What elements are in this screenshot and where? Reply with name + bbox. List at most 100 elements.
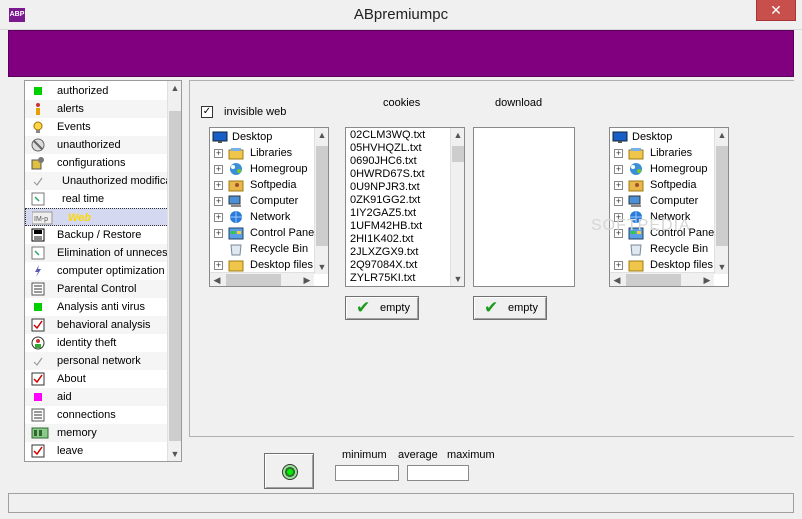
sidebar-scrollbar[interactable]: ▲ ▼ [167, 81, 181, 461]
cookie-file-item[interactable]: 02CLM3WQ.txt [350, 129, 425, 142]
scroll-left-icon[interactable]: ◀ [210, 273, 224, 286]
sidebar-item-identity-theft[interactable]: identity theft [25, 334, 169, 352]
empty-cookies-button[interactable]: ✔ empty [345, 296, 419, 320]
sidebar-item-leave[interactable]: leave [25, 442, 169, 460]
expand-icon[interactable]: + [614, 181, 623, 190]
invisible-web-checkbox[interactable]: ✓ [201, 106, 213, 118]
tree-item[interactable]: + Homegroup [610, 161, 714, 177]
scroll-up-icon[interactable]: ▲ [168, 81, 181, 95]
scroll-right-icon[interactable]: ▶ [300, 273, 314, 286]
download-list[interactable] [473, 127, 575, 287]
sidebar-item-elimination-of-unneces[interactable]: Elimination of unneces [25, 244, 169, 262]
tree-item[interactable]: Desktop [610, 129, 714, 145]
sidebar-item-events[interactable]: Events [25, 118, 169, 136]
sidebar-item-analysis-anti-virus[interactable]: Analysis anti virus [25, 298, 169, 316]
scroll-down-icon[interactable]: ▼ [451, 272, 464, 286]
sidebar-item-connections[interactable]: connections [25, 406, 169, 424]
tree-item[interactable]: Desktop [210, 129, 314, 145]
tree-item[interactable]: + Libraries [210, 145, 314, 161]
sidebar-item-unauthorized[interactable]: unauthorized [25, 136, 169, 154]
sidebar-item-unauthorized-modifica[interactable]: Unauthorized modifica [25, 172, 169, 190]
tree-item[interactable]: Recycle Bin [610, 241, 714, 257]
expand-icon[interactable]: + [214, 181, 223, 190]
scroll-left-icon[interactable]: ◀ [610, 273, 624, 286]
sidebar-item-real-time[interactable]: real time [25, 190, 169, 208]
cookie-file-item[interactable]: 0ZK91GG2.txt [350, 194, 420, 207]
cookie-file-item[interactable]: 1UFM42HB.txt [350, 220, 422, 233]
scroll-right-icon[interactable]: ▶ [700, 273, 714, 286]
tree-item[interactable]: + Libraries [610, 145, 714, 161]
sidebar-item-memory[interactable]: memory [25, 424, 169, 442]
scroll-up-icon[interactable]: ▲ [451, 128, 464, 142]
sidebar-item-web[interactable]: IM-p Web [25, 208, 169, 226]
cookie-file-item[interactable]: 2HI1K402.txt [350, 233, 414, 246]
tree-item[interactable]: + Softpedia [610, 177, 714, 193]
scroll-up-icon[interactable]: ▲ [715, 128, 728, 142]
scroll-thumb[interactable] [316, 146, 328, 246]
expand-icon[interactable]: + [214, 261, 223, 270]
sidebar-item-computer-optimization[interactable]: computer optimization [25, 262, 169, 280]
scroll-thumb[interactable] [169, 111, 181, 441]
sidebar-item-aid[interactable]: aid [25, 388, 169, 406]
cookie-file-item[interactable]: 0U9NPJR3.txt [350, 181, 420, 194]
sidebar-item-behavioral-analysis[interactable]: behavioral analysis [25, 316, 169, 334]
empty-download-button[interactable]: ✔ empty [473, 296, 547, 320]
scroll-thumb[interactable] [626, 274, 681, 286]
scroll-thumb[interactable] [226, 274, 281, 286]
sidebar-item-backup-restore[interactable]: Backup / Restore [25, 226, 169, 244]
sidebar-item-authorized[interactable]: authorized [25, 82, 169, 100]
sidebar-item-personal-network[interactable]: personal network [25, 352, 169, 370]
tree-item[interactable]: + Computer [610, 193, 714, 209]
scroll-down-icon[interactable]: ▼ [315, 260, 328, 274]
arrow-icon [31, 192, 45, 206]
scroll-thumb[interactable] [452, 146, 464, 162]
cookie-file-item[interactable]: 0HWRD67S.txt [350, 168, 425, 181]
scroll-thumb[interactable] [716, 146, 728, 246]
identity-icon [31, 336, 45, 350]
scroll-down-icon[interactable]: ▼ [168, 447, 181, 461]
cookie-file-item[interactable]: 1IY2GAZ5.txt [350, 207, 416, 220]
left-folder-tree[interactable]: + Desktop files Recycle Bin + Control Pane + N… [209, 127, 329, 287]
expand-icon[interactable]: + [614, 149, 623, 158]
cookie-file-item[interactable]: 05HVHQZL.txt [350, 142, 422, 155]
expand-icon[interactable]: + [214, 165, 223, 174]
sidebar-item-about[interactable]: About [25, 370, 169, 388]
expand-icon[interactable]: + [614, 165, 623, 174]
expand-icon[interactable]: + [214, 149, 223, 158]
left-tree-vscroll[interactable]: ▲ ▼ [314, 128, 328, 274]
title-bar: ABP ABpremiumpc ✕ [0, 0, 802, 30]
cookie-file-item[interactable]: ZYLR75KI.txt [350, 272, 415, 285]
cookie-file-item[interactable]: 2Q97084X.txt [350, 259, 417, 272]
cookies-list[interactable]: ZYLR75KI.txt 2Q97084X.txt 2JLXZGX9.txt 2HI1… [345, 127, 465, 287]
expand-icon[interactable]: + [214, 229, 223, 238]
start-scan-button[interactable] [264, 453, 314, 489]
expand-icon[interactable]: + [614, 197, 623, 206]
sidebar-item-configurations[interactable]: configurations [25, 154, 169, 172]
tree-item[interactable]: + Computer [210, 193, 314, 209]
tree-item[interactable]: + Softpedia [210, 177, 314, 193]
right-tree-hscroll[interactable]: ◀ ▶ [610, 272, 714, 286]
cookies-vscroll[interactable]: ▲ ▼ [450, 128, 464, 286]
tree-item[interactable]: + Homegroup [210, 161, 314, 177]
right-tree-vscroll[interactable]: ▲ ▼ [714, 128, 728, 274]
sidebar-item-label: leave [57, 445, 84, 457]
expand-icon[interactable]: + [214, 197, 223, 206]
tree-item[interactable]: Recycle Bin [210, 241, 314, 257]
tree-item[interactable]: + Desktop files [610, 257, 714, 273]
cookie-file-item[interactable]: 2JLXZGX9.txt [350, 246, 418, 259]
cookie-file-item[interactable]: 0690JHC6.txt [350, 155, 417, 168]
expand-icon[interactable]: + [614, 261, 623, 270]
tree-item[interactable]: + Desktop files [210, 257, 314, 273]
expand-icon[interactable]: + [214, 213, 223, 222]
scroll-down-icon[interactable]: ▼ [715, 260, 728, 274]
tree-item-label: Computer [650, 195, 699, 207]
left-tree-hscroll[interactable]: ◀ ▶ [210, 272, 314, 286]
sidebar-item-label: About [57, 373, 86, 385]
right-folder-tree[interactable]: + Desktop files Recycle Bin + Control Pane + N… [609, 127, 729, 287]
sidebar-item-alerts[interactable]: alerts [25, 100, 169, 118]
scroll-up-icon[interactable]: ▲ [315, 128, 328, 142]
close-button[interactable]: ✕ [756, 0, 796, 21]
tree-item[interactable]: + Control Pane [210, 225, 314, 241]
sidebar-item-parental-control[interactable]: Parental Control [25, 280, 169, 298]
tree-item[interactable]: + Network [210, 209, 314, 225]
